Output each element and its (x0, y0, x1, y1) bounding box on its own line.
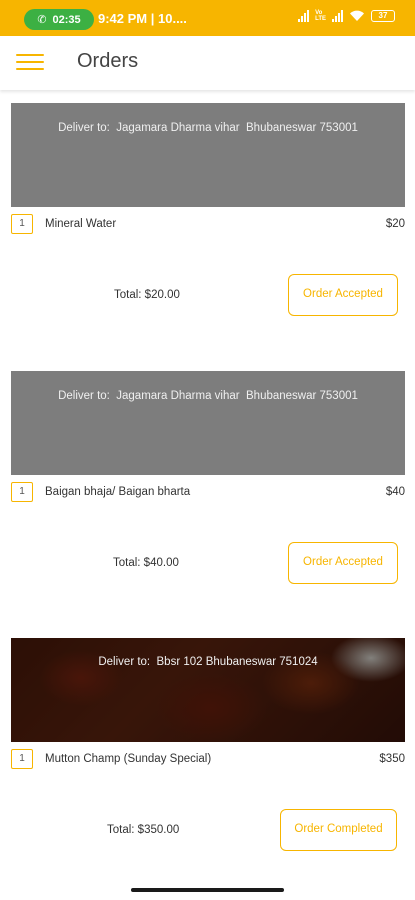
signal-icon (298, 10, 310, 22)
status-bar: ✆ 02:35 9:42 PM | 10.... Vo LTE 37 (0, 0, 415, 36)
signal-icon-2 (332, 10, 343, 22)
home-indicator[interactable] (131, 888, 284, 892)
network-type-label: Vo LTE (315, 10, 326, 22)
item-quantity: 1 (11, 214, 33, 234)
deliver-address: Deliver to: Jagamara Dharma vihar Bhuban… (58, 122, 358, 134)
item-price: $20 (385, 218, 405, 230)
order-banner: Deliver to: Jagamara Dharma vihar Bhuban… (11, 371, 405, 475)
order-status-button[interactable]: Order Accepted (288, 274, 398, 316)
app-bar: Orders (0, 36, 415, 90)
order-item-row: 1 Baigan bhaja/ Baigan bharta $40 (11, 482, 405, 504)
order-total: Total: $350.00 (107, 824, 180, 836)
status-icons: Vo LTE 37 (298, 10, 395, 22)
item-name: Mutton Champ (Sunday Special) (45, 753, 212, 765)
status-time: 9:42 PM | 10.... (98, 11, 187, 26)
phone-icon: ✆ (37, 14, 47, 26)
order-item-row: 1 Mutton Champ (Sunday Special) $350 (11, 749, 405, 771)
wifi-icon (350, 10, 364, 21)
item-quantity: 1 (11, 482, 33, 502)
deliver-address: Deliver to: Bbsr 102 Bhubaneswar 751024 (98, 656, 318, 668)
item-quantity: 1 (11, 749, 33, 769)
item-price: $350 (379, 753, 405, 765)
deliver-address: Deliver to: Jagamara Dharma vihar Bhuban… (58, 390, 358, 402)
order-total: Total: $20.00 (114, 289, 180, 301)
ongoing-call-pill[interactable]: ✆ 02:35 (24, 9, 94, 30)
order-total: Total: $40.00 (113, 557, 179, 569)
order-banner-food-image: Deliver to: Bbsr 102 Bhubaneswar 751024 (11, 638, 405, 742)
order-banner: Deliver to: Jagamara Dharma vihar Bhuban… (11, 103, 405, 207)
item-name: Baigan bhaja/ Baigan bharta (45, 486, 191, 498)
item-name: Mineral Water (45, 218, 117, 230)
order-status-button[interactable]: Order Completed (280, 809, 397, 851)
order-item-row: 1 Mineral Water $20 (11, 214, 405, 236)
item-price: $40 (385, 486, 405, 498)
call-duration: 02:35 (52, 13, 81, 26)
page-title: Orders (77, 50, 139, 72)
battery-icon: 37 (371, 10, 395, 22)
hamburger-menu-icon[interactable] (16, 51, 44, 73)
order-status-button[interactable]: Order Accepted (288, 542, 398, 584)
